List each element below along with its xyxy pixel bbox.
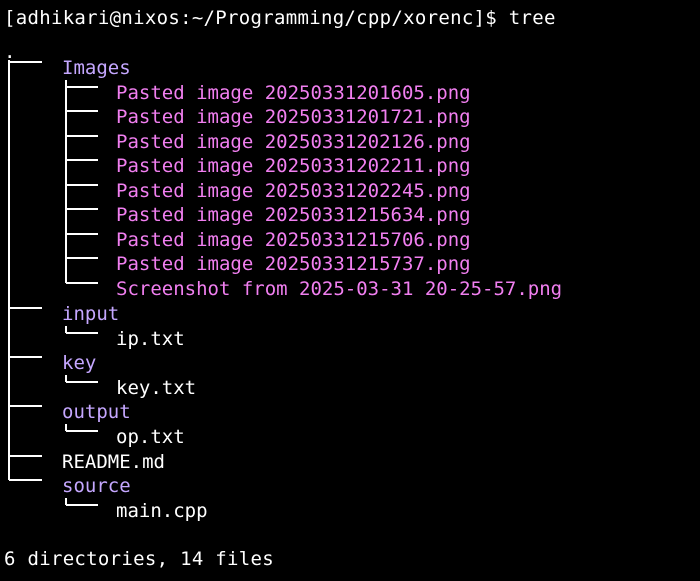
tree-dir-source: source xyxy=(62,475,131,497)
tree-file-image-6: Pasted image 20250331215634.png xyxy=(116,204,471,226)
tree-summary: 6 directories, 14 files xyxy=(4,548,274,570)
tree-file-image-4: Pasted image 20250331202211.png xyxy=(116,155,471,177)
tree-dir-key: key xyxy=(62,352,97,374)
tree-dir-input: input xyxy=(62,303,120,325)
tree-file-main: main.cpp xyxy=(116,500,208,522)
tree-file-image-3: Pasted image 20250331202126.png xyxy=(116,131,471,153)
tree-file-image-8: Pasted image 20250331215737.png xyxy=(116,253,471,275)
tree-dir-output: output xyxy=(62,401,131,423)
tree-file-op: op.txt xyxy=(116,426,185,448)
tree-file-image-1: Pasted image 20250331201605.png xyxy=(116,82,471,104)
tree-file-screenshot: Screenshot from 2025-03-31 20-25-57.png xyxy=(116,278,563,300)
tree-dir-images: Images xyxy=(62,57,131,79)
tree-file-image-7: Pasted image 20250331215706.png xyxy=(116,229,471,251)
terminal-window[interactable]: [adhikari@nixos:~/Programming/cpp/xorenc… xyxy=(0,0,700,581)
tree-file-image-2: Pasted image 20250331201721.png xyxy=(116,106,471,128)
tree-file-ip: ip.txt xyxy=(116,328,185,350)
tree-file-readme: README.md xyxy=(62,451,165,473)
tree-file-key: key.txt xyxy=(116,377,197,399)
tree-file-image-5: Pasted image 20250331202245.png xyxy=(116,180,471,202)
